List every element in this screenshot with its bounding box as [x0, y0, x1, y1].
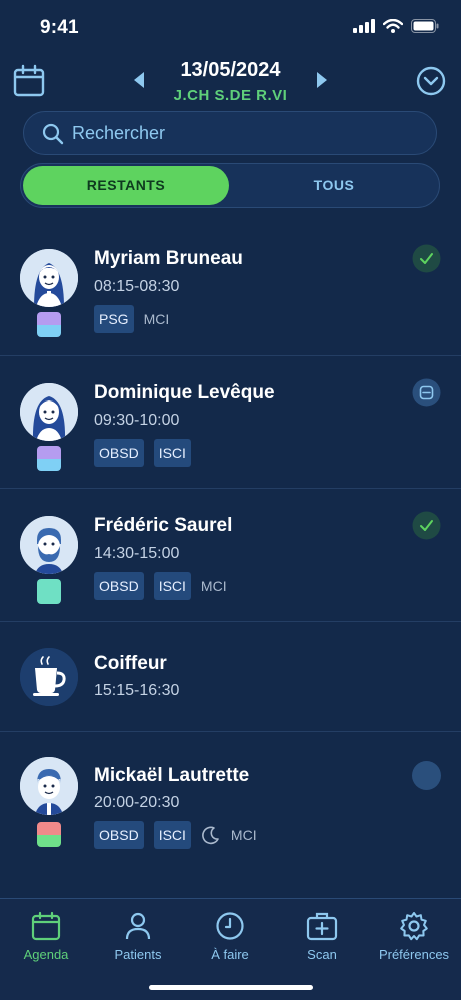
tag-text: MCI: [143, 311, 170, 327]
calendar-icon: [31, 911, 61, 941]
gear-icon: [400, 912, 428, 941]
coffee-cup-avatar-icon: [20, 648, 78, 706]
color-swatch: [37, 579, 61, 604]
appointment-row[interactable]: Myriam Bruneau 08:15-08:30 PSG MCI: [0, 222, 461, 356]
patient-name: Dominique Levêque: [94, 382, 275, 403]
search-placeholder: Rechercher: [72, 123, 166, 143]
segment-all[interactable]: TOUS: [231, 166, 437, 205]
tag-badge: OBSD: [94, 439, 144, 467]
tab-label: Préférences: [378, 947, 450, 962]
event-name: Coiffeur: [94, 653, 167, 674]
staff-initial: R.VI: [256, 87, 288, 104]
medical-case-icon: [306, 912, 338, 941]
status-bar: 9:41: [0, 0, 461, 50]
tab-scan[interactable]: Scan: [276, 911, 368, 962]
check-icon[interactable]: [412, 511, 441, 540]
tag-badge: ISCI: [153, 821, 191, 849]
tag-badge: OBSD: [94, 821, 144, 849]
check-icon[interactable]: [412, 244, 441, 273]
appointment-row[interactable]: Frédéric Saurel 14:30-15:00 OBSD ISCI MC…: [0, 489, 461, 622]
patient-name: Mickaël Lautrette: [94, 765, 250, 786]
battery-icon: [411, 19, 439, 33]
status-empty-circle[interactable]: [412, 761, 441, 790]
search-icon: [42, 123, 64, 145]
chevron-down-circle-icon[interactable]: [416, 66, 446, 96]
filter-segmented-control: RESTANTS TOUS: [20, 163, 440, 208]
appointment-row[interactable]: Dominique Levêque 09:30-10:00 OBSD ISCI: [0, 356, 461, 489]
female-avatar-icon: [20, 249, 78, 307]
person-icon: [125, 912, 151, 940]
tag-text: MCI: [230, 827, 257, 843]
staff-initial: J.CH: [173, 87, 210, 104]
tag-badge: PSG: [94, 305, 134, 333]
search-input[interactable]: Rechercher: [23, 111, 437, 155]
clock-icon: [216, 912, 244, 940]
color-swatch: [37, 822, 61, 847]
female-avatar-icon: [20, 383, 78, 441]
tag-badge: ISCI: [153, 439, 191, 467]
color-swatch: [37, 312, 61, 337]
tab-patients[interactable]: Patients: [92, 911, 184, 962]
tag-list: OBSD ISCI MCI: [94, 572, 227, 600]
tab-label: Patients: [114, 947, 162, 962]
staff-initials: J.CH S.DE R.VI: [0, 87, 461, 104]
tag-list: OBSD ISCI: [94, 439, 191, 467]
wifi-icon: [383, 19, 403, 33]
appointment-time: 15:15-16:30: [94, 682, 180, 699]
selected-date[interactable]: 13/05/2024: [0, 59, 461, 82]
tag-badge: OBSD: [94, 572, 144, 600]
patient-name: Frédéric Saurel: [94, 515, 233, 536]
tab-label: À faire: [211, 947, 249, 962]
minus-icon[interactable]: [412, 378, 441, 407]
signal-icon: [353, 19, 375, 33]
appointment-time: 08:15-08:30: [94, 278, 180, 295]
tab-agenda[interactable]: Agenda: [0, 911, 92, 962]
tag-list: PSG MCI: [94, 305, 169, 333]
date-header: 13/05/2024 J.CH S.DE R.VI: [0, 54, 461, 110]
appointment-time: 14:30-15:00: [94, 545, 180, 562]
tab-todo[interactable]: À faire: [184, 911, 276, 962]
tag-text: MCI: [200, 578, 227, 594]
appointment-time: 09:30-10:00: [94, 412, 180, 429]
staff-initial: S.DE: [214, 87, 252, 104]
tag-badge: ISCI: [153, 572, 191, 600]
status-icons: [353, 19, 439, 33]
bearded-male-avatar-icon: [20, 516, 78, 574]
appointment-list: Myriam Bruneau 08:15-08:30 PSG MCI Domin…: [0, 222, 461, 862]
patient-name: Myriam Bruneau: [94, 248, 243, 269]
color-swatch: [37, 446, 61, 471]
appointment-time: 20:00-20:30: [94, 794, 180, 811]
moon-icon: [202, 826, 219, 845]
tab-label: Agenda: [23, 947, 69, 962]
clock-time: 9:41: [40, 17, 79, 38]
tab-preferences[interactable]: Préférences: [368, 911, 460, 962]
tab-label: Scan: [307, 947, 337, 962]
male-avatar-icon: [20, 757, 78, 815]
home-indicator: [149, 985, 313, 990]
segment-remaining[interactable]: RESTANTS: [23, 166, 229, 205]
appointment-row[interactable]: Coiffeur 15:15-16:30: [0, 622, 461, 732]
tag-list: OBSD ISCI MCI: [94, 821, 257, 849]
appointment-row[interactable]: Mickaël Lautrette 20:00-20:30 OBSD ISCI …: [0, 732, 461, 862]
next-day-icon[interactable]: [314, 70, 330, 90]
